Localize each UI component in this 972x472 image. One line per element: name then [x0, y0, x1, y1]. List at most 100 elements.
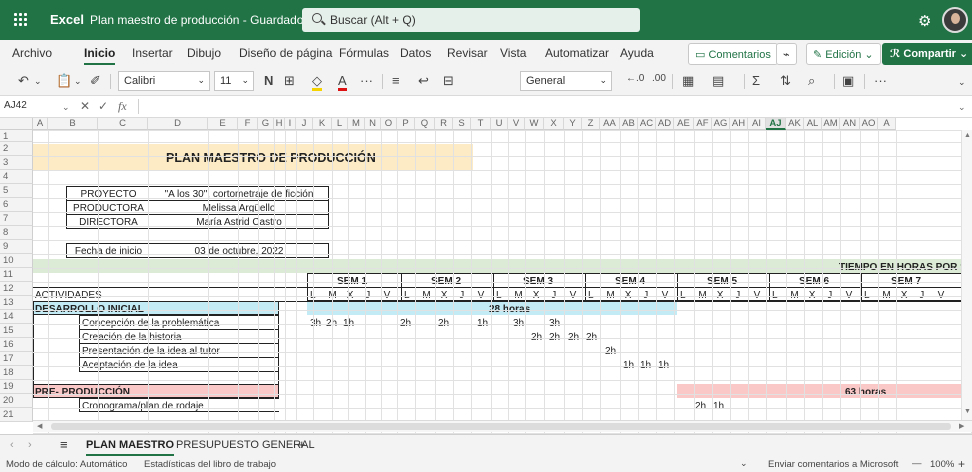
column-header[interactable]: B [48, 118, 98, 130]
more-options-button[interactable]: ··· [874, 73, 887, 88]
column-header[interactable]: AD [656, 118, 674, 130]
search-box[interactable]: Buscar (Alt + Q) [302, 8, 640, 32]
format-as-table-icon[interactable]: ▤ [712, 73, 724, 89]
menu-diseno-pagina[interactable]: Diseño de página [239, 46, 332, 60]
row-header[interactable]: 1 [0, 130, 33, 142]
column-header[interactable]: AK [786, 118, 804, 130]
enter-icon[interactable]: ✓ [98, 99, 108, 113]
column-header[interactable]: AH [730, 118, 748, 130]
menu-inicio[interactable]: Inicio [84, 46, 116, 65]
column-header[interactable]: AC [638, 118, 656, 130]
scroll-left-icon[interactable]: ◀ [37, 422, 42, 430]
column-header[interactable]: Q [415, 118, 435, 130]
sort-filter-icon[interactable]: ⇅ [780, 73, 791, 89]
bold-button[interactable]: N [264, 73, 273, 88]
column-header[interactable]: AL [804, 118, 822, 130]
column-header[interactable]: J [296, 118, 313, 130]
name-box-dropdown-icon[interactable]: ⌄ [62, 102, 70, 113]
comments-button[interactable]: ▭ Comentarios [688, 43, 778, 65]
column-header[interactable]: X [544, 118, 564, 130]
catch-up-button[interactable]: ⌁ [776, 43, 797, 65]
row-header[interactable]: 9 [0, 240, 33, 254]
column-header[interactable]: V [508, 118, 525, 130]
font-size-select[interactable]: 11 ⌄ [214, 71, 254, 91]
borders-icon[interactable]: ⊞ [284, 73, 295, 89]
app-launcher-icon[interactable] [14, 13, 28, 27]
column-header[interactable]: R [435, 118, 453, 130]
column-header[interactable]: AM [822, 118, 840, 130]
font-color-icon[interactable]: A [338, 73, 347, 91]
cancel-icon[interactable]: ✕ [80, 99, 90, 113]
row-header[interactable]: 11 [0, 268, 33, 282]
row-header[interactable]: 14 [0, 310, 33, 324]
column-header[interactable]: L [332, 118, 348, 130]
row-header[interactable]: 8 [0, 226, 33, 240]
menu-archivo[interactable]: Archivo [12, 46, 52, 60]
column-header[interactable]: S [453, 118, 471, 130]
undo-icon[interactable]: ↶ [18, 73, 29, 89]
column-header[interactable]: D [148, 118, 208, 130]
row-header[interactable]: 2 [0, 142, 33, 156]
menu-dibujo[interactable]: Dibujo [187, 46, 221, 60]
cell-area[interactable]: PLAN MAESTRO DE PRODUCCIÓN PROYECTO "A l… [33, 130, 972, 434]
column-header[interactable]: O [381, 118, 397, 130]
menu-automatizar[interactable]: Automatizar [545, 46, 609, 60]
feedback-link[interactable]: Enviar comentarios a Microsoft [768, 459, 898, 470]
column-header[interactable]: E [208, 118, 238, 130]
column-header[interactable]: AF [694, 118, 712, 130]
menu-datos[interactable]: Datos [400, 46, 431, 60]
app-name[interactable]: Excel [50, 12, 84, 27]
font-name-select[interactable]: Calibri ⌄ [118, 71, 210, 91]
column-header[interactable]: AG [712, 118, 730, 130]
editing-mode-button[interactable]: ✎ Edición ⌄ [806, 43, 881, 65]
row-header[interactable]: 17 [0, 352, 33, 366]
zoom-out-icon[interactable]: — [912, 458, 922, 469]
column-header[interactable]: M [348, 118, 365, 130]
column-header[interactable]: AI [748, 118, 766, 130]
column-header[interactable]: K [313, 118, 332, 130]
row-header[interactable]: 7 [0, 212, 33, 226]
row-header[interactable]: 4 [0, 170, 33, 184]
clipboard-dropdown-icon[interactable]: ⌄ [74, 76, 82, 87]
row-header[interactable]: 3 [0, 156, 33, 170]
column-header[interactable]: U [491, 118, 508, 130]
column-header[interactable]: W [525, 118, 544, 130]
next-sheet-icon[interactable]: › [28, 439, 32, 451]
sheet-tab-plan-maestro[interactable]: PLAN MAESTRO [86, 439, 174, 456]
more-font-icon[interactable]: ··· [360, 73, 373, 88]
wrap-text-icon[interactable]: ↩ [418, 73, 429, 89]
fill-color-icon[interactable]: ◇ [312, 73, 322, 91]
row-header[interactable]: 15 [0, 324, 33, 338]
menu-ayuda[interactable]: Ayuda [620, 46, 654, 60]
all-sheets-menu-icon[interactable]: ≡ [60, 437, 68, 452]
add-sheet-button[interactable]: + [298, 437, 306, 452]
workbook-stats[interactable]: Estadísticas del libro de trabajo [144, 459, 276, 470]
column-header[interactable]: Z [582, 118, 600, 130]
chevron-down-icon[interactable]: ⌄ [740, 458, 748, 469]
share-button[interactable]: ℛ Compartir ⌄ [882, 43, 972, 65]
scroll-thumb[interactable] [51, 423, 951, 430]
row-header[interactable]: 10 [0, 254, 33, 268]
column-header[interactable]: AE [674, 118, 694, 130]
column-header[interactable]: I [285, 118, 296, 130]
column-header[interactable]: N [365, 118, 381, 130]
menu-vista[interactable]: Vista [500, 46, 526, 60]
sheet-tab-presupuesto[interactable]: PRESUPUESTO GENERAL [176, 439, 315, 451]
row-header[interactable]: 12 [0, 282, 33, 296]
name-box[interactable]: AJ42 [4, 100, 27, 111]
increase-decimal-icon[interactable]: ←.0 [626, 73, 644, 84]
format-painter-icon[interactable]: ✐ [90, 73, 101, 89]
settings-gear-icon[interactable]: ⚙ [918, 12, 931, 30]
row-header[interactable]: 18 [0, 366, 33, 380]
menu-insertar[interactable]: Insertar [132, 46, 173, 60]
row-header[interactable]: 19 [0, 380, 33, 394]
conditional-format-icon[interactable]: ▦ [682, 73, 694, 89]
row-header[interactable]: 5 [0, 184, 33, 198]
column-header[interactable]: F [238, 118, 258, 130]
column-header[interactable]: H [274, 118, 285, 130]
column-header[interactable]: Y [564, 118, 582, 130]
menu-formulas[interactable]: Fórmulas [339, 46, 389, 60]
autosum-icon[interactable]: Σ [752, 73, 760, 88]
document-title[interactable]: Plan maestro de producción - Guardado ∨ [90, 13, 316, 27]
user-avatar[interactable] [942, 7, 968, 33]
